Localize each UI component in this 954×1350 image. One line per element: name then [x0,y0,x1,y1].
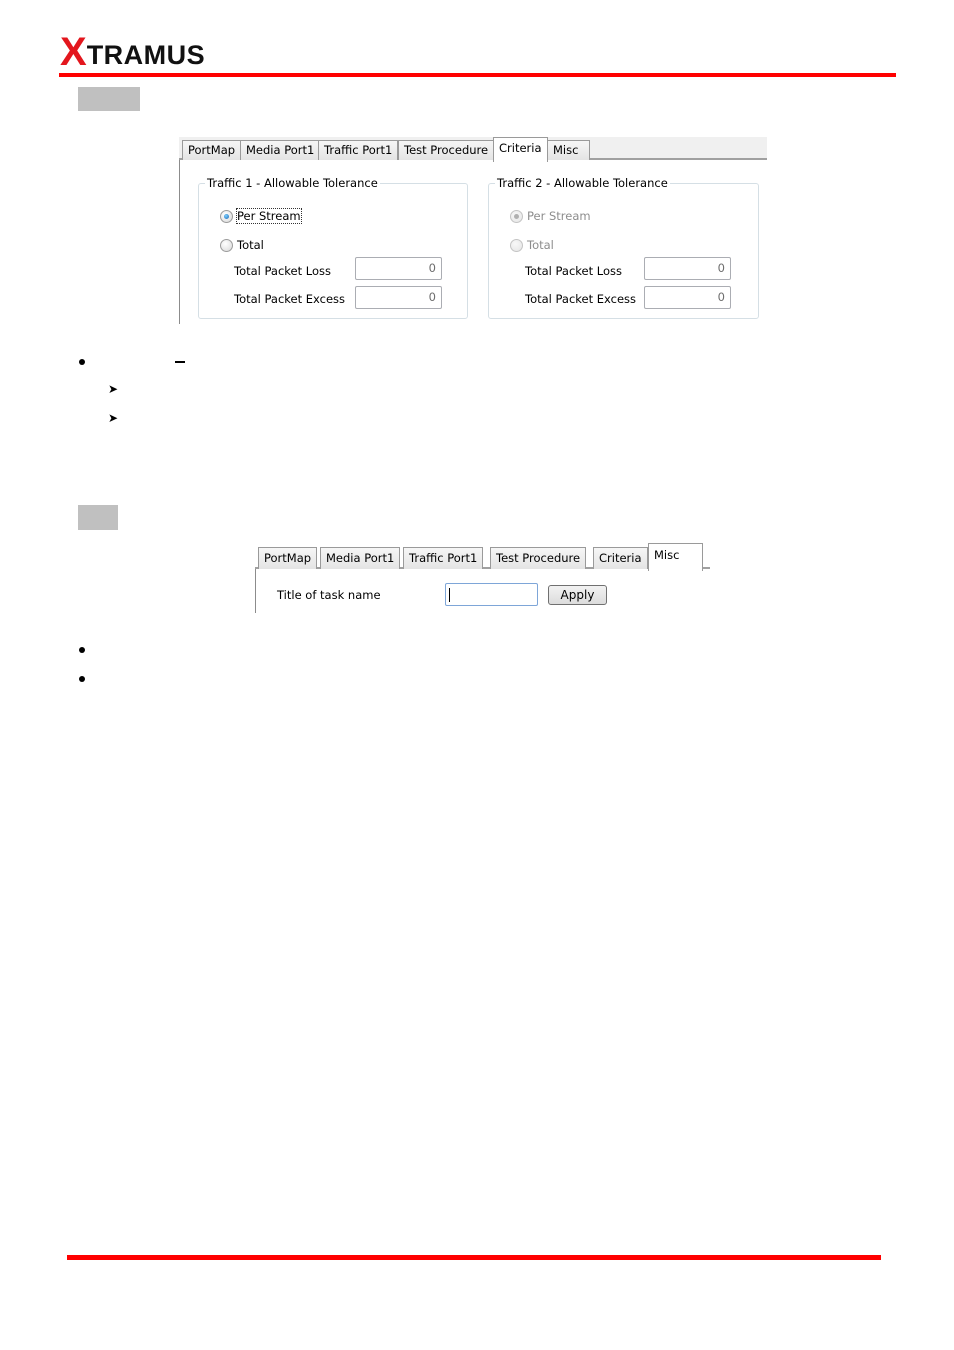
tab-label: Test Procedure [496,551,581,565]
traffic2-tolerance-group: Traffic 2 - Allowable Tolerance Per Stre… [488,176,759,319]
tab-label: Misc [553,143,579,157]
tab-label: Test Procedure [404,143,489,157]
arrow-bullet-icon: ➤ [108,382,119,396]
tab-media-port1[interactable]: Media Port1 [240,140,321,160]
radio-label: Per Stream [236,208,302,224]
tab-strip: PortMap Media Port1 Traffic Port1 Test P… [179,137,767,162]
tab-traffic-port1[interactable]: Traffic Port1 [318,140,399,160]
traffic2-packet-excess-input[interactable]: 0 [644,286,731,309]
task-name-input[interactable] [445,583,538,606]
bullet [79,647,85,653]
traffic1-tolerance-group: Traffic 1 - Allowable Tolerance Per Stre… [198,176,468,319]
traffic1-total-radio[interactable]: Total [220,238,264,252]
traffic2-per-stream-radio[interactable]: Per Stream [510,209,591,223]
traffic1-packet-excess-input[interactable]: 0 [355,286,442,309]
header-rule [59,73,896,77]
tab-media-port1[interactable]: Media Port1 [320,547,401,569]
traffic2-packet-loss-input[interactable]: 0 [644,257,731,280]
radio-label: Total [527,238,554,252]
tab-label: Traffic Port1 [409,551,478,565]
tab-test-procedure[interactable]: Test Procedure [398,140,495,160]
radio-unchecked-disabled-icon [510,238,523,252]
tab-misc[interactable]: Misc [648,543,703,571]
radio-label: Per Stream [527,209,591,223]
radio-checked-icon [220,209,233,223]
tab-traffic-port1[interactable]: Traffic Port1 [403,547,484,569]
traffic1-packet-loss-label: Total Packet Loss [234,264,332,278]
traffic2-packet-excess-label: Total Packet Excess [525,292,637,306]
tab-label: Media Port1 [326,551,395,565]
tab-misc[interactable]: Misc [547,140,590,160]
tab-criteria[interactable]: Criteria [593,547,648,569]
task-name-label: Title of task name [277,588,381,602]
tab-label: PortMap [188,143,236,157]
logo-text: TRAMUS [86,40,206,70]
section-heading-misc [78,505,118,530]
traffic1-group-title: Traffic 1 - Allowable Tolerance [205,176,380,190]
radio-checked-disabled-icon [510,209,523,223]
xtramus-logo: X TRAMUS [60,30,206,74]
tab-strip: PortMap Media Port1 Traffic Port1 Test P… [255,542,710,571]
tab-label: Criteria [599,551,642,565]
section-heading-criteria [78,87,140,111]
traffic2-group-title: Traffic 2 - Allowable Tolerance [495,176,670,190]
tab-portmap[interactable]: PortMap [182,140,242,160]
tab-portmap[interactable]: PortMap [258,547,318,569]
traffic1-packet-loss-input[interactable]: 0 [355,257,442,280]
text-caret [449,588,450,602]
apply-button[interactable]: Apply [548,585,607,605]
tab-test-procedure[interactable]: Test Procedure [490,547,587,569]
tab-label: Traffic Port1 [324,143,393,157]
bullet [79,359,85,365]
logo-x: X [60,30,87,74]
criteria-body: Traffic 1 - Allowable Tolerance Per Stre… [179,160,767,324]
arrow-bullet-icon: ➤ [108,411,119,425]
tab-criteria[interactable]: Criteria [493,137,548,162]
tab-label: Misc [654,548,680,562]
tab-label: Media Port1 [246,143,315,157]
tab-label: PortMap [264,551,312,565]
traffic2-packet-loss-label: Total Packet Loss [525,264,623,278]
criteria-panel: PortMap Media Port1 Traffic Port1 Test P… [179,137,767,324]
misc-panel: PortMap Media Port1 Traffic Port1 Test P… [255,542,710,613]
bullet [79,676,85,682]
tab-label: Criteria [499,141,542,155]
dash-separator [175,361,185,363]
radio-unchecked-icon [220,238,233,252]
traffic1-per-stream-radio[interactable]: Per Stream [220,208,302,224]
traffic1-packet-excess-label: Total Packet Excess [234,292,346,306]
misc-body: Title of task name Apply [255,569,710,613]
traffic2-total-radio[interactable]: Total [510,238,554,252]
radio-label: Total [237,238,264,252]
footer-rule [67,1255,881,1260]
